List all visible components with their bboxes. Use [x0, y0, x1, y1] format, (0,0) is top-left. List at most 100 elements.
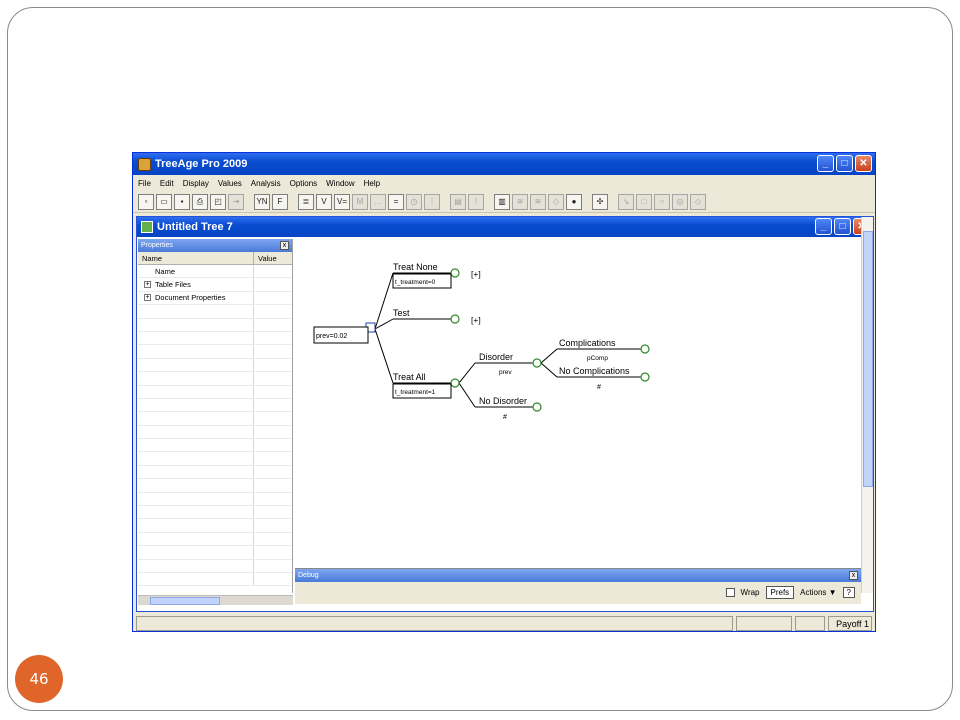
property-label: Document Properties [155, 293, 226, 303]
collapsed-marker-treat-none[interactable]: [+] [471, 269, 481, 279]
actions-menu[interactable]: Actions ▼ [800, 588, 836, 597]
print-preview-icon[interactable]: ◰ [210, 193, 226, 210]
property-row[interactable]: + Document Properties [138, 291, 292, 306]
arrow-tool-icon[interactable]: ↘ [618, 193, 634, 210]
export-icon[interactable]: ⇥ [228, 193, 244, 210]
branch-label-no-complications[interactable]: No Complications [559, 366, 630, 376]
decision-tree-canvas[interactable]: prev=0.02 Treat None t_treatment=0 [+] T… [295, 239, 861, 567]
close-button[interactable]: ✕ [855, 155, 872, 172]
terminal-node-treat-none[interactable] [450, 268, 460, 278]
clock-icon[interactable]: ◷ [406, 193, 422, 210]
properties-hscrollbar[interactable] [138, 595, 293, 605]
prob-disorder[interactable]: prev [499, 369, 512, 376]
variables-list-icon[interactable]: ≣ [298, 193, 314, 210]
terminal-node-no-complications[interactable] [640, 372, 650, 382]
document-titlebar[interactable]: Untitled Tree 7 _ □ ✕ [137, 217, 873, 237]
menu-display[interactable]: Display [183, 179, 209, 188]
root-variable-box[interactable]: prev=0.02 [316, 333, 347, 340]
property-row [138, 559, 292, 573]
notes-icon[interactable]: ▤ [450, 193, 466, 210]
menu-window[interactable]: Window [326, 179, 354, 188]
property-row [138, 532, 292, 547]
branch-label-complications[interactable]: Complications [559, 338, 616, 348]
property-row [138, 519, 292, 533]
branch-label-no-disorder[interactable]: No Disorder [479, 396, 527, 406]
branch-label-disorder[interactable]: Disorder [479, 352, 513, 362]
bar-chart-icon[interactable]: ▥ [494, 193, 510, 210]
terminal-node-complications[interactable] [640, 344, 650, 354]
menu-file[interactable]: File [138, 179, 151, 188]
formula-treat-none[interactable]: t_treatment=0 [395, 279, 436, 286]
wrap-checkbox[interactable] [725, 587, 735, 597]
node-info-icon[interactable]: ⋮ [424, 193, 440, 210]
chance-node-treat-all[interactable] [450, 378, 460, 388]
prefs-button[interactable]: Prefs [765, 585, 795, 599]
markov-icon[interactable]: M [352, 193, 368, 210]
app-window: TreeAge Pro 2009 _ □ ✕ File Edit Display… [132, 152, 876, 632]
property-row [138, 452, 292, 466]
alert-icon[interactable]: ! [468, 193, 484, 210]
col-name-header[interactable]: Name [138, 252, 254, 264]
color-palette-icon[interactable]: ● [566, 193, 582, 210]
property-row [138, 506, 292, 520]
menu-options[interactable]: Options [290, 179, 318, 188]
menu-edit[interactable]: Edit [160, 179, 174, 188]
move-cross-icon[interactable]: ✣ [592, 193, 608, 210]
expand-plus-icon[interactable]: + [144, 294, 151, 302]
chance-node-icon[interactable]: ○ [654, 193, 670, 210]
sens-two-way-icon[interactable]: ≋ [530, 193, 546, 210]
new-file-icon[interactable]: ▫ [138, 193, 154, 210]
open-folder-icon[interactable]: ▭ [156, 193, 172, 210]
properties-header: Properties x [138, 239, 292, 252]
property-row [138, 412, 292, 426]
property-row [138, 398, 292, 413]
tornado-icon[interactable]: ◇ [548, 193, 564, 210]
branch-label-treat-none[interactable]: Treat None [393, 262, 438, 272]
property-row[interactable]: + Table Files [138, 278, 292, 292]
markov-node-icon[interactable]: ◎ [672, 193, 688, 210]
menu-values[interactable]: Values [218, 179, 242, 188]
variable-define-icon[interactable]: V= [334, 193, 350, 210]
branch-label-treat-all[interactable]: Treat All [393, 372, 426, 382]
expand-plus-icon[interactable]: + [144, 281, 151, 289]
tree-document-icon [141, 221, 153, 233]
yes-no-toggle-icon[interactable]: YN [254, 193, 270, 210]
property-row [138, 331, 292, 346]
sens-one-way-icon[interactable]: ≋ [512, 193, 528, 210]
minimize-button[interactable]: _ [817, 155, 834, 172]
function-icon[interactable]: F [272, 193, 288, 210]
debug-close-icon[interactable]: x [849, 571, 858, 580]
prob-no-complications[interactable]: # [597, 384, 601, 391]
app-titlebar[interactable]: TreeAge Pro 2009 _ □ ✕ [133, 153, 875, 175]
decision-node-icon[interactable]: □ [636, 193, 652, 210]
menu-analysis[interactable]: Analysis [251, 179, 281, 188]
collapsed-marker-test[interactable]: [+] [471, 315, 481, 325]
prob-no-disorder[interactable]: # [503, 414, 507, 421]
terminal-node-test[interactable] [450, 314, 460, 324]
save-icon[interactable]: ▪ [174, 193, 190, 210]
maximize-button[interactable]: □ [836, 155, 853, 172]
branch-label-test[interactable]: Test [393, 308, 410, 318]
doc-maximize-button[interactable]: □ [834, 218, 851, 235]
variable-properties-icon[interactable]: V [316, 193, 332, 210]
formula-treat-all[interactable]: t_treatment=1 [395, 389, 436, 396]
help-button[interactable]: ? [842, 586, 855, 598]
terminal-node-no-disorder[interactable] [532, 402, 542, 412]
properties-close-icon[interactable]: x [280, 241, 289, 250]
decision-tree: prev=0.02 Treat None t_treatment=0 [+] T… [313, 262, 650, 421]
property-row [138, 372, 292, 386]
prob-complications[interactable]: pComp [587, 355, 608, 362]
tree-vscrollbar[interactable] [861, 217, 873, 593]
ellipsis-icon[interactable]: … [370, 193, 386, 210]
logic-node-icon[interactable]: ◇ [690, 193, 706, 210]
print-icon[interactable]: ⎙ [192, 193, 208, 210]
col-value-header[interactable]: Value [254, 252, 277, 264]
equals-icon[interactable]: = [388, 193, 404, 210]
menu-help[interactable]: Help [364, 179, 380, 188]
doc-minimize-button[interactable]: _ [815, 218, 832, 235]
debug-panel: Debug x Wrap Prefs Actions ▼ ? [295, 568, 861, 604]
status-pane [736, 616, 792, 631]
property-row[interactable]: Name [138, 265, 292, 279]
chance-node-disorder[interactable] [532, 358, 542, 368]
property-label: Table Files [155, 280, 191, 290]
